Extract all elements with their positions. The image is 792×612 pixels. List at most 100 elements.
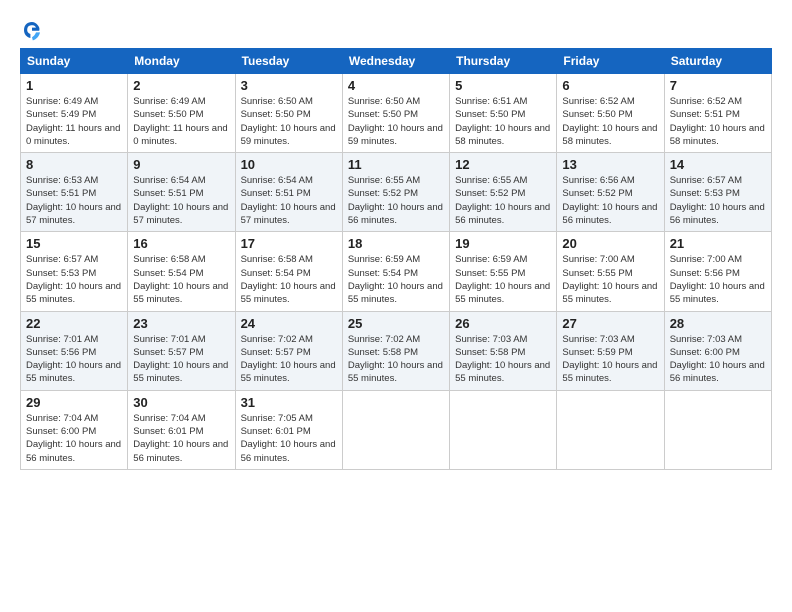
day-number: 31 bbox=[241, 395, 337, 410]
day-info: Sunrise: 6:57 AMSunset: 5:53 PMDaylight:… bbox=[26, 254, 121, 305]
calendar-cell: 2 Sunrise: 6:49 AMSunset: 5:50 PMDayligh… bbox=[128, 74, 235, 153]
day-number: 18 bbox=[348, 236, 444, 251]
logo bbox=[20, 18, 48, 42]
day-number: 17 bbox=[241, 236, 337, 251]
calendar-cell: 10 Sunrise: 6:54 AMSunset: 5:51 PMDaylig… bbox=[235, 153, 342, 232]
day-number: 19 bbox=[455, 236, 551, 251]
weekday-header-saturday: Saturday bbox=[664, 49, 771, 74]
calendar-cell: 21 Sunrise: 7:00 AMSunset: 5:56 PMDaylig… bbox=[664, 232, 771, 311]
day-number: 30 bbox=[133, 395, 229, 410]
calendar-week-1: 1 Sunrise: 6:49 AMSunset: 5:49 PMDayligh… bbox=[21, 74, 772, 153]
weekday-header-row: SundayMondayTuesdayWednesdayThursdayFrid… bbox=[21, 49, 772, 74]
day-number: 24 bbox=[241, 316, 337, 331]
day-number: 13 bbox=[562, 157, 658, 172]
calendar-cell: 15 Sunrise: 6:57 AMSunset: 5:53 PMDaylig… bbox=[21, 232, 128, 311]
calendar-cell: 17 Sunrise: 6:58 AMSunset: 5:54 PMDaylig… bbox=[235, 232, 342, 311]
day-number: 8 bbox=[26, 157, 122, 172]
calendar-cell bbox=[342, 390, 449, 469]
calendar-cell: 31 Sunrise: 7:05 AMSunset: 6:01 PMDaylig… bbox=[235, 390, 342, 469]
calendar-cell: 18 Sunrise: 6:59 AMSunset: 5:54 PMDaylig… bbox=[342, 232, 449, 311]
day-info: Sunrise: 7:03 AMSunset: 5:58 PMDaylight:… bbox=[455, 334, 550, 385]
day-info: Sunrise: 6:50 AMSunset: 5:50 PMDaylight:… bbox=[241, 96, 336, 147]
weekday-header-wednesday: Wednesday bbox=[342, 49, 449, 74]
day-info: Sunrise: 6:55 AMSunset: 5:52 PMDaylight:… bbox=[455, 175, 550, 226]
calendar-cell: 8 Sunrise: 6:53 AMSunset: 5:51 PMDayligh… bbox=[21, 153, 128, 232]
day-info: Sunrise: 7:02 AMSunset: 5:58 PMDaylight:… bbox=[348, 334, 443, 385]
calendar-cell: 20 Sunrise: 7:00 AMSunset: 5:55 PMDaylig… bbox=[557, 232, 664, 311]
header bbox=[20, 18, 772, 42]
day-info: Sunrise: 6:58 AMSunset: 5:54 PMDaylight:… bbox=[133, 254, 228, 305]
day-info: Sunrise: 7:05 AMSunset: 6:01 PMDaylight:… bbox=[241, 413, 336, 464]
day-number: 12 bbox=[455, 157, 551, 172]
page: SundayMondayTuesdayWednesdayThursdayFrid… bbox=[0, 0, 792, 480]
day-number: 10 bbox=[241, 157, 337, 172]
calendar-cell: 9 Sunrise: 6:54 AMSunset: 5:51 PMDayligh… bbox=[128, 153, 235, 232]
calendar-cell: 4 Sunrise: 6:50 AMSunset: 5:50 PMDayligh… bbox=[342, 74, 449, 153]
calendar-cell: 19 Sunrise: 6:59 AMSunset: 5:55 PMDaylig… bbox=[450, 232, 557, 311]
day-number: 22 bbox=[26, 316, 122, 331]
day-info: Sunrise: 7:02 AMSunset: 5:57 PMDaylight:… bbox=[241, 334, 336, 385]
day-number: 6 bbox=[562, 78, 658, 93]
day-info: Sunrise: 6:51 AMSunset: 5:50 PMDaylight:… bbox=[455, 96, 550, 147]
calendar-cell: 6 Sunrise: 6:52 AMSunset: 5:50 PMDayligh… bbox=[557, 74, 664, 153]
day-number: 1 bbox=[26, 78, 122, 93]
day-info: Sunrise: 6:52 AMSunset: 5:50 PMDaylight:… bbox=[562, 96, 657, 147]
day-info: Sunrise: 7:00 AMSunset: 5:56 PMDaylight:… bbox=[670, 254, 765, 305]
calendar-week-5: 29 Sunrise: 7:04 AMSunset: 6:00 PMDaylig… bbox=[21, 390, 772, 469]
calendar-week-4: 22 Sunrise: 7:01 AMSunset: 5:56 PMDaylig… bbox=[21, 311, 772, 390]
day-number: 29 bbox=[26, 395, 122, 410]
day-info: Sunrise: 6:59 AMSunset: 5:55 PMDaylight:… bbox=[455, 254, 550, 305]
logo-icon bbox=[20, 18, 44, 42]
day-number: 28 bbox=[670, 316, 766, 331]
day-info: Sunrise: 7:01 AMSunset: 5:56 PMDaylight:… bbox=[26, 334, 121, 385]
day-info: Sunrise: 7:00 AMSunset: 5:55 PMDaylight:… bbox=[562, 254, 657, 305]
day-info: Sunrise: 6:55 AMSunset: 5:52 PMDaylight:… bbox=[348, 175, 443, 226]
calendar-table: SundayMondayTuesdayWednesdayThursdayFrid… bbox=[20, 48, 772, 470]
calendar-cell: 1 Sunrise: 6:49 AMSunset: 5:49 PMDayligh… bbox=[21, 74, 128, 153]
calendar-cell: 11 Sunrise: 6:55 AMSunset: 5:52 PMDaylig… bbox=[342, 153, 449, 232]
calendar-week-2: 8 Sunrise: 6:53 AMSunset: 5:51 PMDayligh… bbox=[21, 153, 772, 232]
weekday-header-monday: Monday bbox=[128, 49, 235, 74]
calendar-cell: 14 Sunrise: 6:57 AMSunset: 5:53 PMDaylig… bbox=[664, 153, 771, 232]
day-info: Sunrise: 6:50 AMSunset: 5:50 PMDaylight:… bbox=[348, 96, 443, 147]
day-info: Sunrise: 7:03 AMSunset: 6:00 PMDaylight:… bbox=[670, 334, 765, 385]
calendar-cell: 27 Sunrise: 7:03 AMSunset: 5:59 PMDaylig… bbox=[557, 311, 664, 390]
day-number: 5 bbox=[455, 78, 551, 93]
day-info: Sunrise: 6:54 AMSunset: 5:51 PMDaylight:… bbox=[133, 175, 228, 226]
calendar-cell bbox=[557, 390, 664, 469]
day-info: Sunrise: 7:01 AMSunset: 5:57 PMDaylight:… bbox=[133, 334, 228, 385]
calendar-cell: 12 Sunrise: 6:55 AMSunset: 5:52 PMDaylig… bbox=[450, 153, 557, 232]
day-number: 16 bbox=[133, 236, 229, 251]
calendar-cell: 23 Sunrise: 7:01 AMSunset: 5:57 PMDaylig… bbox=[128, 311, 235, 390]
day-info: Sunrise: 7:04 AMSunset: 6:00 PMDaylight:… bbox=[26, 413, 121, 464]
day-info: Sunrise: 6:53 AMSunset: 5:51 PMDaylight:… bbox=[26, 175, 121, 226]
calendar-cell: 25 Sunrise: 7:02 AMSunset: 5:58 PMDaylig… bbox=[342, 311, 449, 390]
day-info: Sunrise: 6:59 AMSunset: 5:54 PMDaylight:… bbox=[348, 254, 443, 305]
calendar-cell bbox=[664, 390, 771, 469]
calendar-week-3: 15 Sunrise: 6:57 AMSunset: 5:53 PMDaylig… bbox=[21, 232, 772, 311]
calendar-cell: 30 Sunrise: 7:04 AMSunset: 6:01 PMDaylig… bbox=[128, 390, 235, 469]
day-number: 25 bbox=[348, 316, 444, 331]
day-info: Sunrise: 6:49 AMSunset: 5:49 PMDaylight:… bbox=[26, 96, 120, 147]
calendar-cell: 13 Sunrise: 6:56 AMSunset: 5:52 PMDaylig… bbox=[557, 153, 664, 232]
weekday-header-tuesday: Tuesday bbox=[235, 49, 342, 74]
calendar-cell: 22 Sunrise: 7:01 AMSunset: 5:56 PMDaylig… bbox=[21, 311, 128, 390]
day-info: Sunrise: 6:56 AMSunset: 5:52 PMDaylight:… bbox=[562, 175, 657, 226]
day-info: Sunrise: 6:49 AMSunset: 5:50 PMDaylight:… bbox=[133, 96, 227, 147]
day-number: 7 bbox=[670, 78, 766, 93]
day-number: 23 bbox=[133, 316, 229, 331]
calendar-cell: 16 Sunrise: 6:58 AMSunset: 5:54 PMDaylig… bbox=[128, 232, 235, 311]
day-number: 14 bbox=[670, 157, 766, 172]
calendar-cell: 24 Sunrise: 7:02 AMSunset: 5:57 PMDaylig… bbox=[235, 311, 342, 390]
calendar-cell: 29 Sunrise: 7:04 AMSunset: 6:00 PMDaylig… bbox=[21, 390, 128, 469]
day-number: 26 bbox=[455, 316, 551, 331]
day-number: 3 bbox=[241, 78, 337, 93]
day-info: Sunrise: 7:04 AMSunset: 6:01 PMDaylight:… bbox=[133, 413, 228, 464]
calendar-cell bbox=[450, 390, 557, 469]
calendar-cell: 28 Sunrise: 7:03 AMSunset: 6:00 PMDaylig… bbox=[664, 311, 771, 390]
day-number: 11 bbox=[348, 157, 444, 172]
calendar-cell: 3 Sunrise: 6:50 AMSunset: 5:50 PMDayligh… bbox=[235, 74, 342, 153]
weekday-header-thursday: Thursday bbox=[450, 49, 557, 74]
day-info: Sunrise: 6:57 AMSunset: 5:53 PMDaylight:… bbox=[670, 175, 765, 226]
weekday-header-friday: Friday bbox=[557, 49, 664, 74]
